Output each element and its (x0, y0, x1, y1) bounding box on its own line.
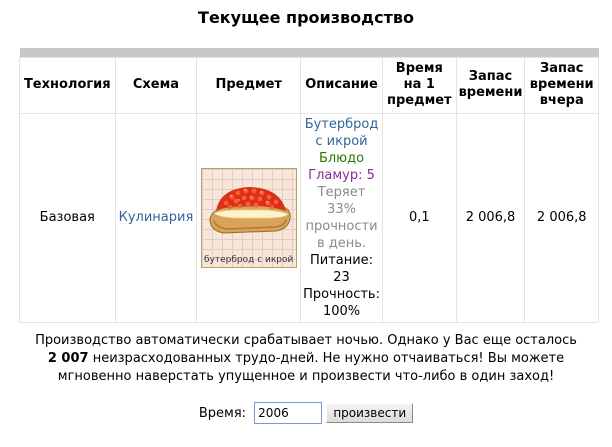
production-notice: Производство автоматически срабатывает н… (10, 332, 602, 386)
technology-cell: Базовая (19, 112, 116, 323)
item-type: Блюдо (318, 150, 365, 166)
header-time-reserve-yesterday: Запас времени вчера (524, 56, 599, 114)
table-bottom-line (19, 321, 599, 324)
item-durability: Прочность: 100% (303, 286, 380, 319)
caviar-sandwich-icon (209, 186, 291, 234)
scheme-link[interactable]: Кулинария (119, 210, 194, 225)
page-title: Текущее производство (198, 8, 414, 27)
header-scheme: Схема (114, 56, 198, 114)
unused-days-count: 2 007 (47, 351, 89, 366)
time-reserve-yesterday-cell: 2 006,8 (524, 112, 599, 323)
item-caption: бутерброд с икрой (203, 254, 294, 265)
header-time-per-item: Время на 1 предмет (382, 56, 457, 114)
scheme-cell: Кулинария (114, 112, 198, 323)
table-row: Базовая Кулинария бутерброд с икрой Буте… (19, 112, 599, 323)
produce-form: Время: произвести (0, 402, 612, 424)
table-top-bar (19, 48, 599, 57)
item-glamour: Гламур: 5 (308, 167, 375, 183)
item-decay: Теряет 33% прочности в день. (305, 184, 378, 251)
notice-text-after: неизрасходованных трудо-дней. Не нужно о… (57, 351, 565, 384)
item-cell: бутерброд с икрой (196, 112, 302, 323)
item-nutrition: Питание: 23 (309, 252, 374, 285)
produce-button[interactable]: произвести (326, 403, 414, 423)
header-description: Описание (300, 56, 384, 114)
production-table: Технология Схема Предмет Описание Время … (19, 48, 599, 324)
header-technology: Технология (19, 56, 116, 114)
item-name-link[interactable]: Бутерброд с икрой (303, 116, 380, 150)
time-reserve-cell: 2 006,8 (455, 112, 526, 323)
description-cell: Бутерброд с икрой Блюдо Гламур: 5 Теряет… (300, 112, 384, 323)
header-item: Предмет (196, 56, 302, 114)
time-label: Время: (198, 405, 247, 421)
time-input[interactable] (254, 402, 323, 424)
header-time-reserve: Запас времени (455, 56, 526, 114)
notice-text-before: Производство автоматически срабатывает н… (35, 333, 577, 348)
time-per-item-cell: 0,1 (382, 112, 457, 323)
table-header-row: Технология Схема Предмет Описание Время … (19, 56, 599, 114)
caviar-sandwich-image[interactable]: бутерброд с икрой (200, 167, 297, 268)
